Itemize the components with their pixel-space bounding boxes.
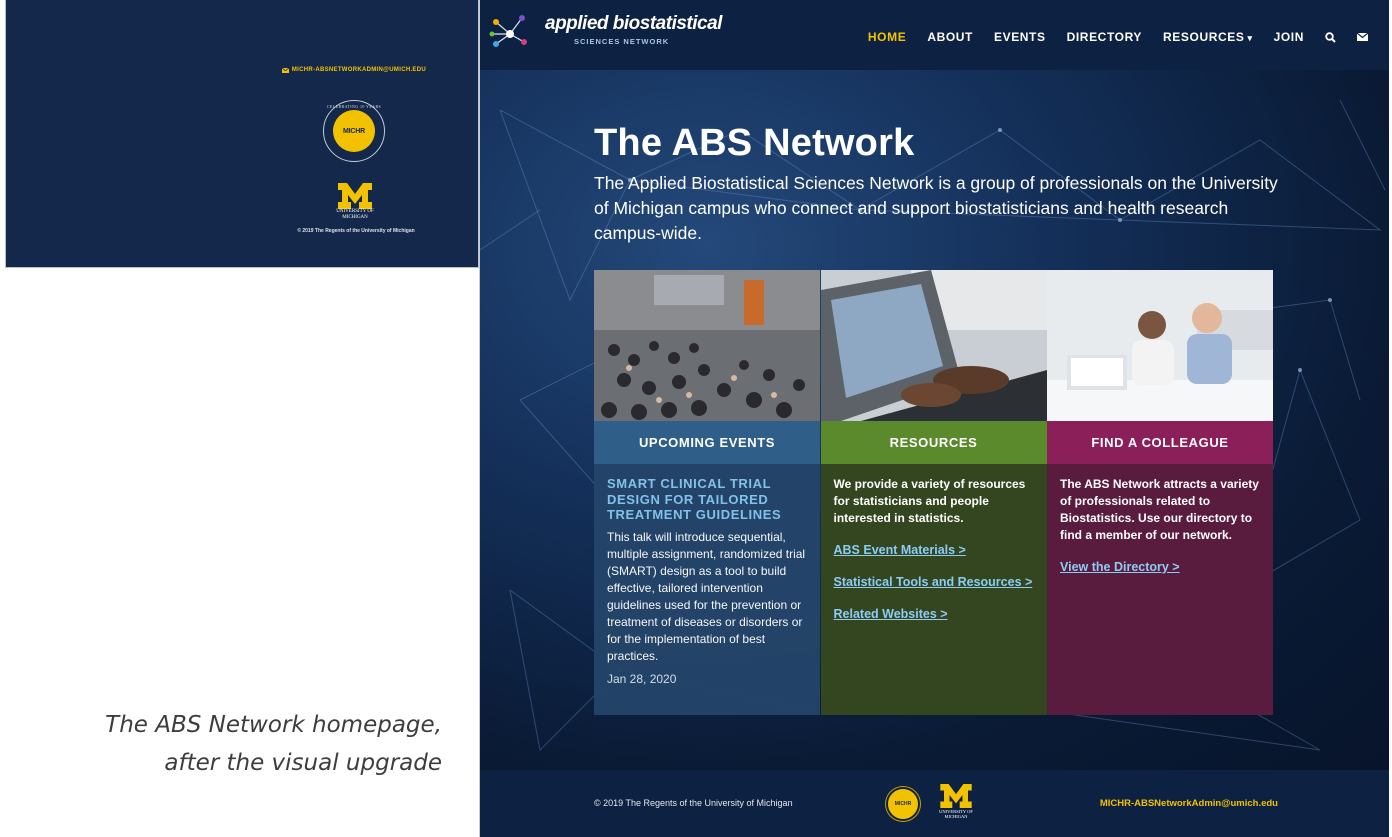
main-menu: HOME ABOUT EVENTS DIRECTORY RESOURCES ▾ J… — [868, 30, 1368, 44]
network-logo-icon — [489, 15, 527, 47]
chevron-down-icon: ▾ — [1247, 33, 1253, 43]
footer-email-link[interactable]: MICHR-ABSNetworkAdmin@umich.edu — [1100, 798, 1278, 809]
card-heading: RESOURCES — [820, 421, 1047, 464]
card-body: SMART CLINICAL TRIAL DESIGN FOR TAILORED… — [594, 464, 820, 715]
feature-cards: UPCOMING EVENTS SMART CLINICAL TRIAL DES… — [594, 270, 1273, 715]
card-body: We provide a variety of resources for st… — [820, 464, 1047, 715]
hero-description: The Applied Biostatistical Sciences Netw… — [594, 173, 1278, 243]
caption-line-2: after the visual upgrade — [164, 750, 442, 776]
figure-caption: The ABS Network homepage, after the visu… — [30, 706, 442, 782]
umich-block-m-logo[interactable] — [938, 784, 974, 808]
nav-join[interactable]: JOIN — [1274, 30, 1304, 44]
conference-crowd-photo — [594, 270, 820, 421]
search-icon[interactable] — [1325, 31, 1336, 43]
link-related-websites[interactable]: Related Websites > — [834, 606, 1034, 623]
card-resources: RESOURCES We provide a variety of resour… — [820, 270, 1047, 715]
caption-line-1: The ABS Network homepage, — [105, 712, 442, 738]
event-title-link[interactable]: SMART CLINICAL TRIAL DESIGN FOR TAILORED… — [607, 476, 807, 523]
card-heading: FIND A COLLEAGUE — [1047, 421, 1273, 464]
card-heading: UPCOMING EVENTS — [594, 421, 820, 464]
resources-description: We provide a variety of resources for st… — [833, 477, 1026, 525]
link-view-directory[interactable]: View the Directory > — [1060, 559, 1260, 576]
nav-directory[interactable]: DIRECTORY — [1067, 30, 1142, 44]
hero-title: The ABS Network — [594, 122, 915, 164]
nav-events[interactable]: EVENTS — [994, 30, 1046, 44]
old-footer-screenshot: MICHR-ABSNETWORKADMIN@UMICH.EDU CELEBRAT… — [5, 0, 479, 268]
link-abs-event-materials[interactable]: ABS Event Materials > — [834, 542, 1034, 559]
card-find-colleague: FIND A COLLEAGUE The ABS Network attract… — [1047, 270, 1273, 715]
card-body: The ABS Network attracts a variety of pr… — [1047, 464, 1273, 715]
event-description: This talk will introduce sequential, mul… — [607, 529, 806, 663]
laptop-typing-photo — [820, 270, 1047, 421]
nav-resources-label: RESOURCES — [1163, 30, 1245, 44]
michr-logo: MICHR — [333, 110, 375, 152]
site-footer: © 2019 The Regents of the University of … — [480, 771, 1389, 837]
envelope-icon[interactable] — [1357, 33, 1368, 41]
old-footer-email[interactable]: MICHR-ABSNETWORKADMIN@UMICH.EDU — [281, 67, 426, 73]
event-date: Jan 28, 2020 — [607, 671, 677, 686]
badge-ring-text: CELEBRATING 10 YEARS — [326, 104, 382, 109]
umich-block-m-logo — [338, 183, 372, 209]
top-navbar: applied biostatistical SCIENCES NETWORK … — [480, 0, 1389, 70]
link-statistical-tools[interactable]: Statistical Tools and Resources > — [834, 574, 1034, 591]
nav-resources-dropdown[interactable]: RESOURCES ▾ — [1163, 30, 1253, 44]
footer-copyright: © 2019 The Regents of the University of … — [594, 798, 793, 808]
nav-about[interactable]: ABOUT — [927, 30, 973, 44]
colleague-description: The ABS Network attracts a variety of pr… — [1060, 477, 1259, 542]
nav-home[interactable]: HOME — [868, 30, 906, 44]
umich-wordmark: UNIVERSITY OF MICHIGAN — [939, 809, 973, 819]
colleagues-photo — [1047, 270, 1273, 421]
site-logo-wordmark[interactable]: applied biostatistical — [545, 13, 722, 35]
old-footer-copyright: © 2019 The Regents of the University of … — [297, 228, 415, 234]
michr-logo[interactable]: MICHR — [886, 787, 920, 821]
envelope-icon — [281, 67, 289, 73]
card-upcoming-events: UPCOMING EVENTS SMART CLINICAL TRIAL DES… — [594, 270, 820, 715]
michr-badge: CELEBRATING 10 YEARS MICHR — [323, 100, 385, 162]
homepage-screenshot: applied biostatistical SCIENCES NETWORK … — [479, 0, 1389, 837]
site-logo-subtitle: SCIENCES NETWORK — [574, 37, 670, 46]
umich-wordmark: UNIVERSITY OF MICHIGAN — [336, 209, 374, 220]
